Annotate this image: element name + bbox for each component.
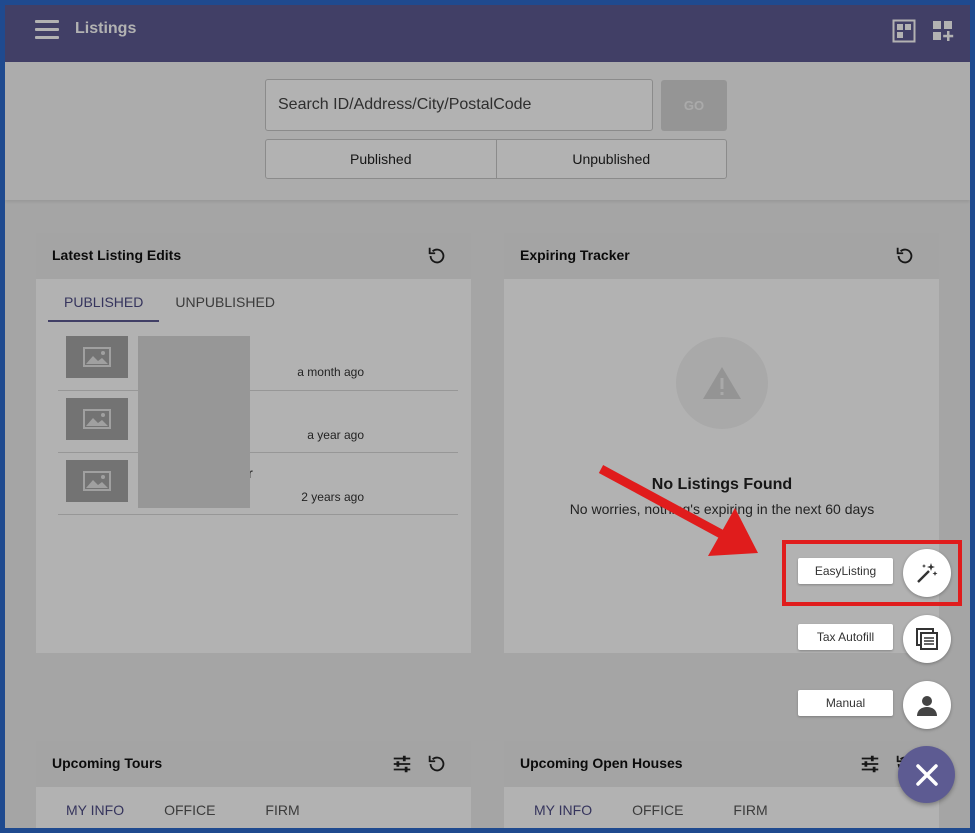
- easylisting-highlight-box: [782, 540, 962, 606]
- person-icon[interactable]: [903, 681, 951, 729]
- annotation-arrow-icon: [598, 465, 758, 556]
- manual-label[interactable]: Manual: [798, 690, 893, 716]
- tax-autofill-label[interactable]: Tax Autofill: [798, 624, 893, 650]
- app-window: Listings GO Published Unpublished: [5, 5, 970, 828]
- close-icon[interactable]: [898, 746, 955, 803]
- documents-icon[interactable]: [903, 615, 951, 663]
